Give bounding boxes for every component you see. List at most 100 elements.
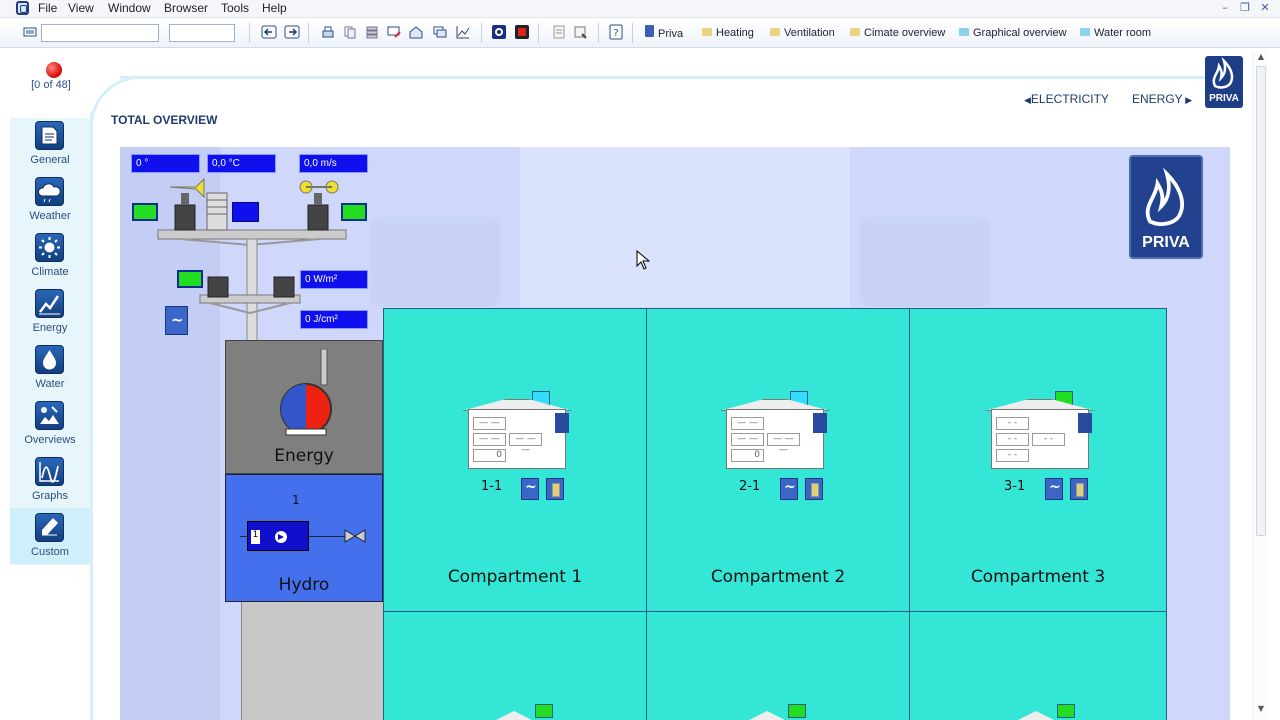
pump-unit[interactable]: 1 [247,521,309,551]
back-icon[interactable] [261,24,277,40]
link-label: Heating [716,27,754,39]
scroll-down-icon[interactable]: ▼ [1253,704,1269,713]
detail-button[interactable] [805,478,823,500]
export-icon[interactable] [573,24,589,40]
nav-overviews[interactable]: Overviews [10,396,90,452]
canvas-background [520,147,850,307]
valve-icon[interactable] [344,528,366,544]
vertical-scrollbar[interactable]: ▲ ▼ [1252,52,1268,720]
link-priva[interactable]: Priva [645,25,683,41]
pencil-icon [35,513,64,542]
flame-icon [1212,56,1234,89]
nav-climate[interactable]: Climate [10,228,90,284]
compartment-1[interactable]: — — — — — — — — — 0 1-1 Compartment 1 [383,308,647,612]
greenhouse-controller-icon[interactable]: — — — — — — — — — 0 [719,391,831,473]
separator [481,23,482,43]
forward-icon[interactable] [284,24,300,40]
restore-icon[interactable]: ❐ [1236,0,1254,16]
nav-general[interactable]: General [10,116,90,172]
compartment-code: 1-1 [481,479,503,494]
app-icon [16,1,29,15]
menu-view[interactable]: View [68,1,94,15]
menu-file[interactable]: File [38,1,57,15]
print-icon[interactable] [320,24,336,40]
nav-water[interactable]: Water [10,340,90,396]
link-label: Cimate overview [864,27,946,39]
prev-page-link[interactable]: ◀ELECTRICITY [1024,92,1109,106]
next-page-link[interactable]: ENERGY ▶ [1132,92,1192,106]
compartment-row2-1[interactable] [383,611,647,720]
menu-list-icon[interactable] [22,24,38,40]
alarm-indicator[interactable] [46,62,62,78]
priva-link-icon [645,25,654,37]
priva-logo-small: PRIVA [1205,56,1243,108]
greenhouse-controller-icon[interactable]: - - - - - - - - [984,391,1096,473]
wave-button[interactable] [521,478,539,500]
stop-icon[interactable] [514,24,530,40]
layers-icon[interactable] [364,24,380,40]
link-graphical-overview[interactable]: Graphical overview [959,25,1067,41]
status-led-green[interactable] [132,203,158,221]
wind-direction-value[interactable]: 0 ° [131,154,200,173]
nav-energy[interactable]: Energy [10,284,90,340]
nav-label: General [30,154,70,166]
help-icon[interactable]: ? [608,24,624,40]
station-crossbar [157,229,347,240]
greenhouse-controller-icon[interactable]: — — — — — — — — — 0 [461,391,573,473]
status-square-blue[interactable] [232,202,259,222]
brand-label: PRIVA [1209,93,1239,104]
network-icon[interactable] [491,24,507,40]
link-ventilation[interactable]: Ventilation [770,25,835,41]
list-icon[interactable] [551,24,567,40]
weather-detail-button[interactable]: ~ [165,306,188,335]
energy-block[interactable]: Energy [225,340,383,474]
menu-help[interactable]: Help [262,1,287,15]
scroll-thumb[interactable] [1256,66,1266,536]
compartment-2[interactable]: — — — — — — — — — 0 2-1 Compartment 2 [646,308,910,612]
link-heating[interactable]: Heating [702,25,754,41]
secondary-input[interactable] [169,24,235,42]
status-led-green[interactable] [341,203,367,221]
home-tool-icon[interactable] [408,24,424,40]
copy-icon[interactable] [342,24,358,40]
compartment-row2-2[interactable] [646,611,910,720]
wave-button[interactable] [1045,478,1063,500]
chevron-right-icon: ▶ [1182,95,1193,105]
separator [598,23,599,43]
compartment-name: Compartment 3 [970,567,1106,587]
nav-custom[interactable]: Custom [10,508,90,564]
status-led-green[interactable] [177,270,203,288]
detail-button[interactable] [546,478,564,500]
nav-graphs[interactable]: Graphs [10,452,90,508]
frame-curve [90,76,150,136]
link-label: Graphical overview [973,27,1067,39]
compartment-row2-3[interactable] [909,611,1167,720]
wind-speed-value[interactable]: 0,0 m/s [299,154,368,173]
wave-button[interactable] [780,478,798,500]
nav-weather[interactable]: Weather [10,172,90,228]
pump-number: 1 [251,530,260,544]
temperature-value[interactable]: 0,0 °C [207,154,276,173]
minimize-icon[interactable]: – [1216,0,1234,16]
detail-button[interactable] [1070,478,1088,500]
scroll-up-icon[interactable]: ▲ [1253,52,1269,61]
menu-window[interactable]: Window [108,1,151,15]
close-icon[interactable]: ✕ [1256,0,1274,16]
compartment-3[interactable]: - - - - - - - - 3-1 Compartment 3 [909,308,1167,612]
windows-icon[interactable] [432,24,448,40]
chart-icon[interactable] [455,24,471,40]
menu-browser[interactable]: Browser [164,1,208,15]
screen-icon [1080,28,1090,36]
document-icon [35,121,64,150]
menu-tools[interactable]: Tools [221,1,249,15]
hydro-label: Hydro [278,575,330,595]
edit-screen-icon[interactable] [386,24,402,40]
display-value: 0 [473,449,506,462]
hydro-block[interactable]: 1 1 Hydro [225,474,383,602]
graph-icon [35,457,64,486]
link-water-room[interactable]: Water room [1080,25,1151,41]
frame-top-line [120,76,1230,79]
link-climate-overview[interactable]: Cimate overview [850,25,945,41]
sensor-radiation-1 [207,276,229,298]
address-input[interactable] [41,24,159,42]
